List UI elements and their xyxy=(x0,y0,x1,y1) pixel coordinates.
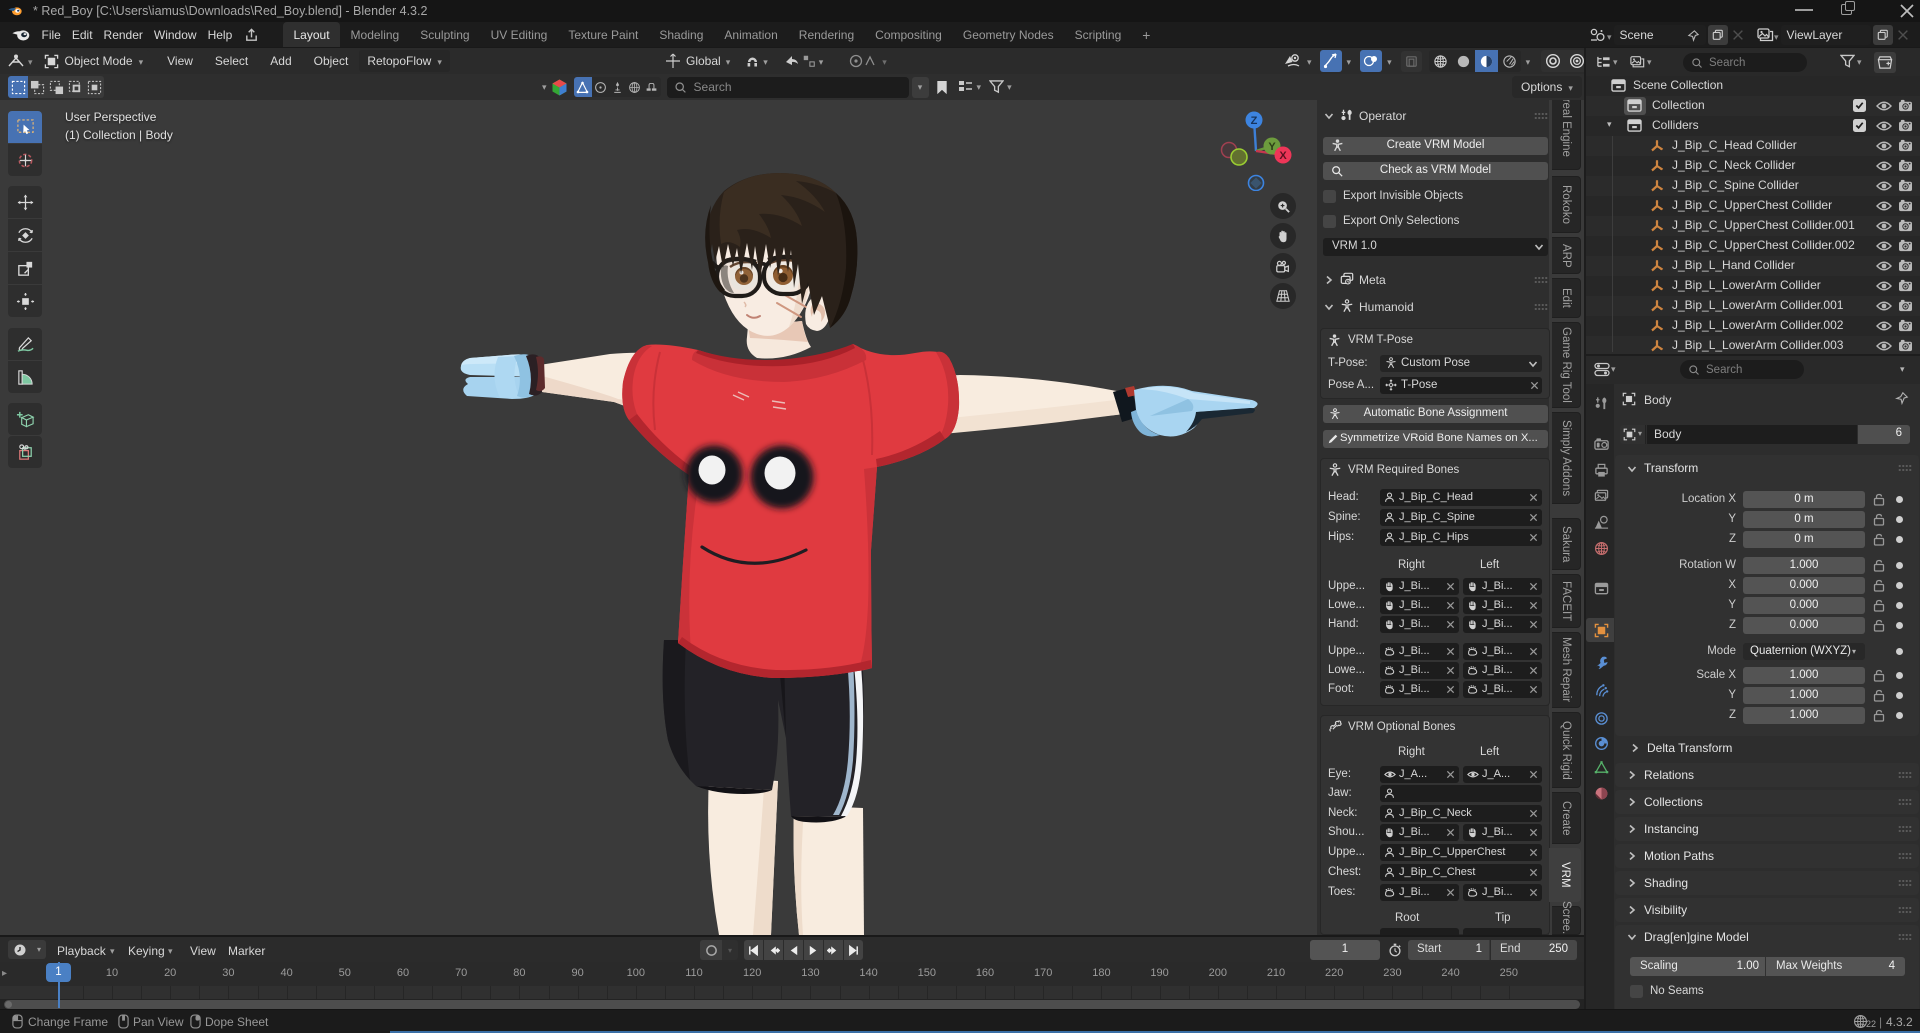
svg-text:Y: Y xyxy=(1268,141,1276,153)
svg-text:X: X xyxy=(1279,150,1287,162)
svg-text:Z: Z xyxy=(1251,115,1258,127)
